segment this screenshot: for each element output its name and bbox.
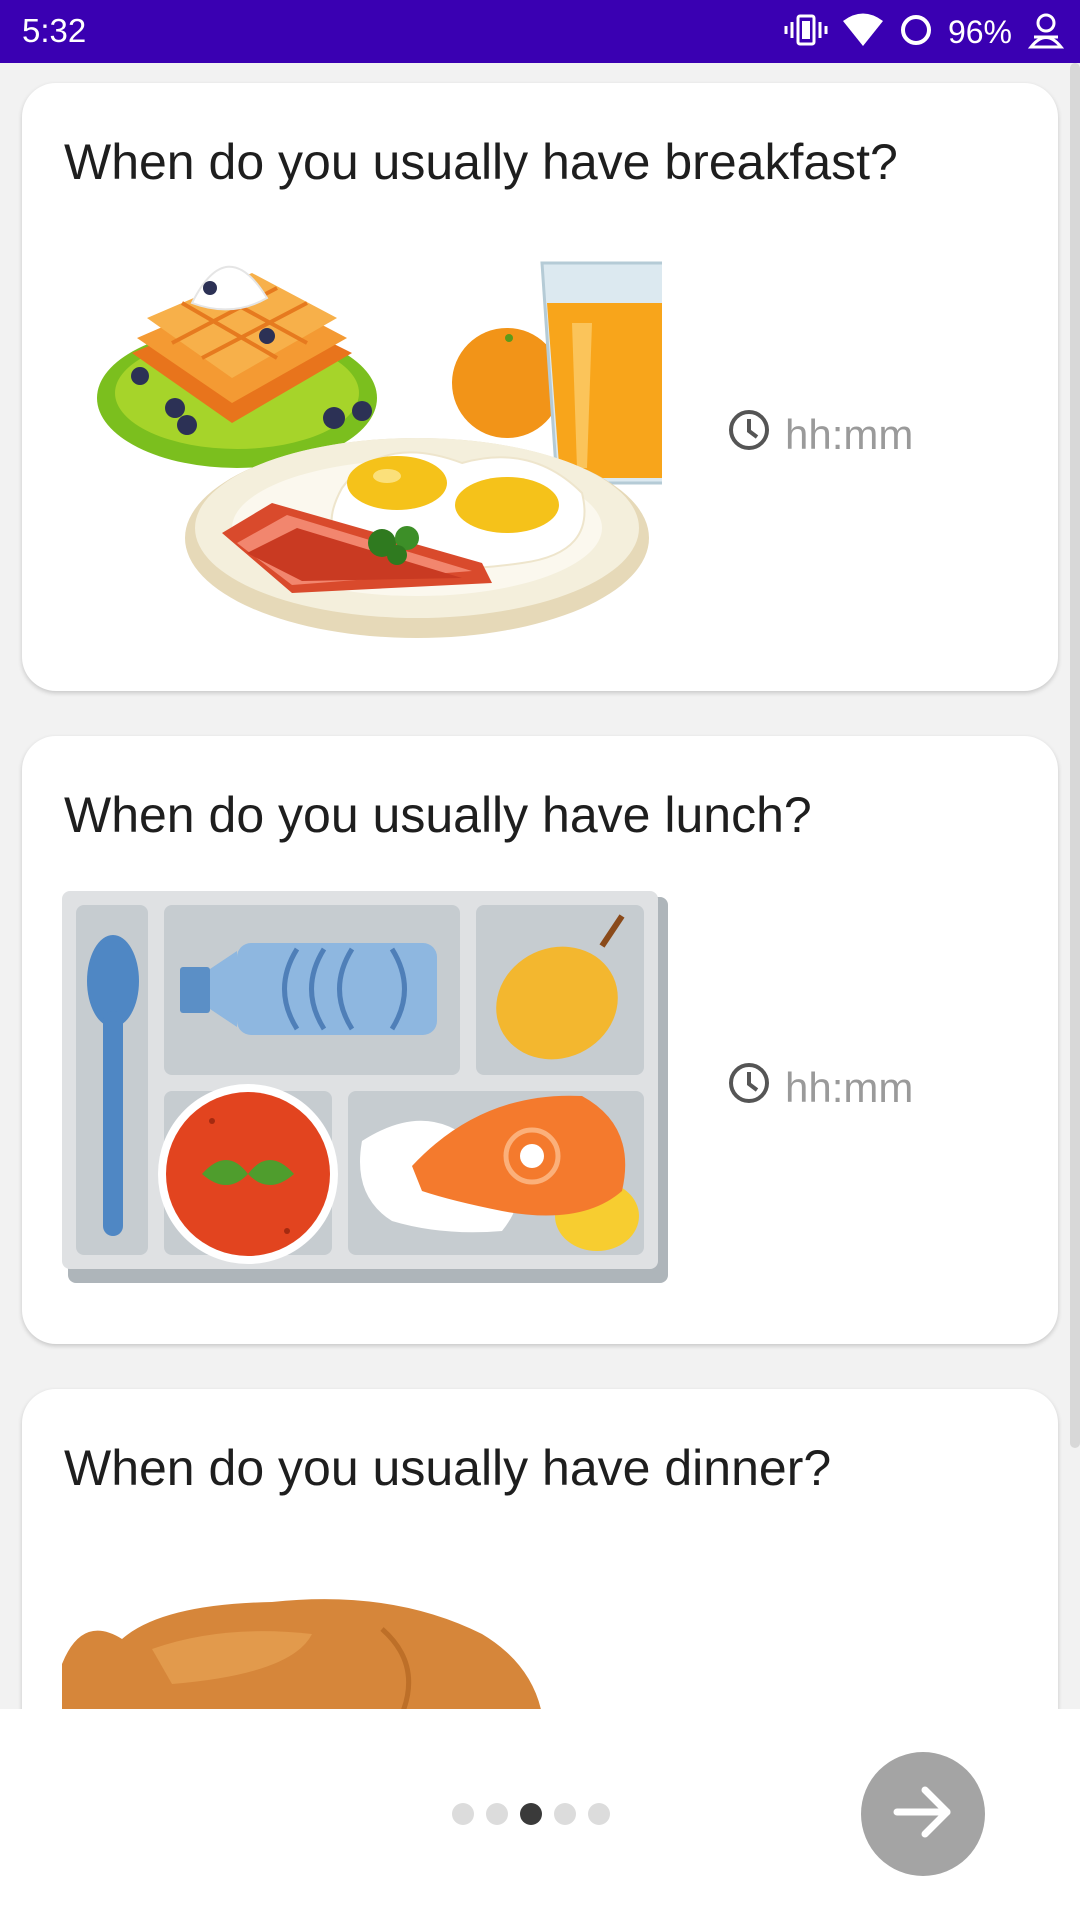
clock-icon (727, 1061, 771, 1115)
dinner-question: When do you usually have dinner? (64, 1440, 832, 1496)
dinner-card: When do you usually have dinner? (22, 1389, 1058, 1709)
breakfast-illustration (62, 233, 689, 658)
page-dot-2 (486, 1803, 508, 1825)
next-button[interactable] (861, 1752, 985, 1876)
breakfast-time-placeholder: hh:mm (785, 411, 914, 458)
breakfast-question: When do you usually have breakfast? (64, 134, 898, 190)
page-dot-5 (588, 1803, 610, 1825)
page-dot-1 (452, 1803, 474, 1825)
wifi-icon (842, 12, 884, 53)
sync-icon (898, 12, 934, 53)
lunch-question: When do you usually have lunch? (64, 787, 812, 843)
arrow-right-icon (891, 1780, 955, 1849)
breakfast-time-field[interactable]: hh:mm (727, 408, 913, 462)
lunch-time-field[interactable]: hh:mm (727, 1061, 913, 1115)
battery-percent: 96% (947, 13, 1012, 50)
account-icon (1026, 10, 1066, 55)
lunch-tray-illustration (62, 891, 668, 1288)
page-dot-3-active (520, 1803, 542, 1825)
scrollbar[interactable] (1070, 63, 1080, 1448)
lunch-card: When do you usually have lunch? hh:mm (22, 736, 1058, 1344)
clock-icon (727, 408, 771, 462)
status-time: 5:32 (22, 12, 87, 49)
vibrate-icon (784, 12, 828, 53)
lunch-time-placeholder: hh:mm (785, 1064, 914, 1111)
page-dot-4 (554, 1803, 576, 1825)
breakfast-card: When do you usually have breakfast? hh:m… (22, 83, 1058, 691)
status-bar: 5:32 96% (0, 0, 1080, 63)
bottom-bar (0, 1709, 1080, 1920)
status-icons: 96% (784, 10, 1066, 54)
page-indicator (452, 1803, 610, 1825)
meal-times-list[interactable]: When do you usually have breakfast? hh:m… (0, 63, 1080, 1709)
roast-chicken-illustration (62, 1594, 622, 1709)
